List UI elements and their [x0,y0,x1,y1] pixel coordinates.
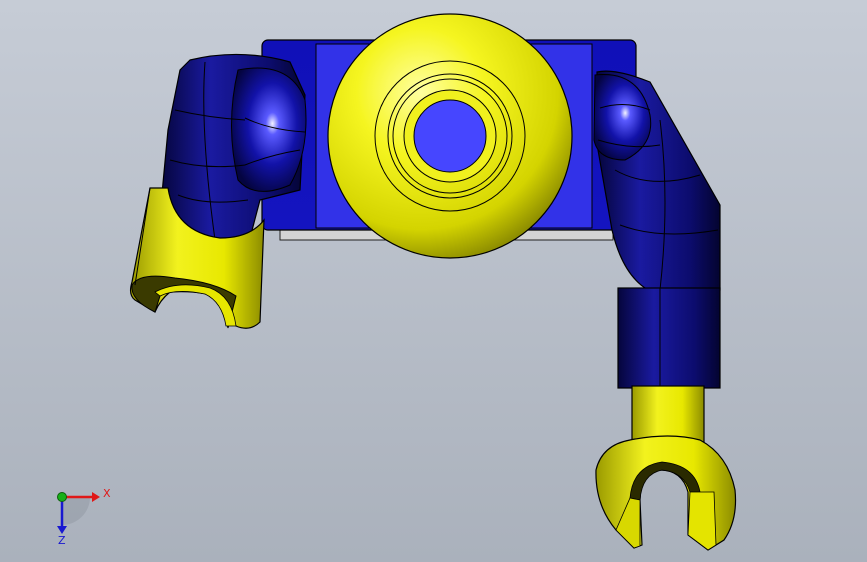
z-axis-label: Z [58,534,66,547]
graphics-viewport[interactable]: X Z [0,0,867,562]
y-axis-dot [57,492,67,502]
x-axis-label: X [103,487,111,500]
orientation-triad: X Z [57,487,111,547]
